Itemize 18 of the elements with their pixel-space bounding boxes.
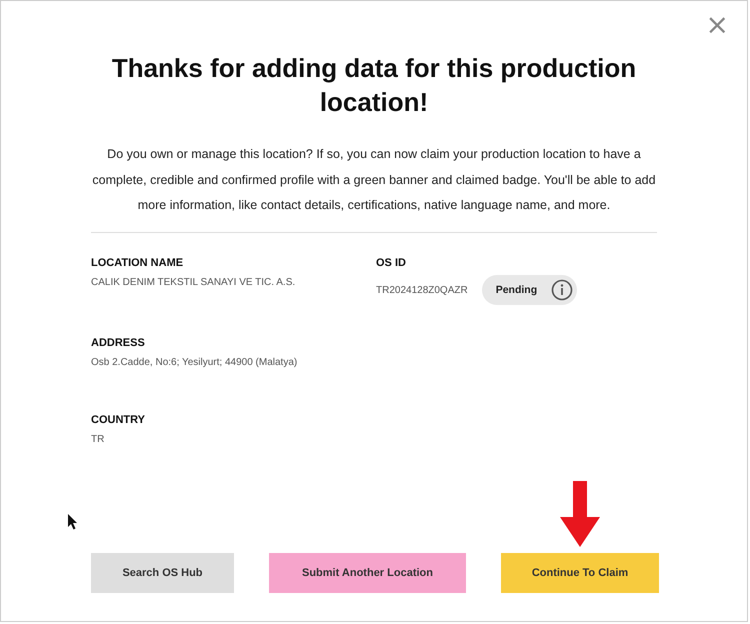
field-value: TR (91, 434, 104, 444)
status-pill[interactable]: Pending (482, 274, 578, 304)
field-value: CALIK DENIM TEKSTIL SANAYI VE TIC. A.S. (91, 276, 296, 288)
mouse-cursor-icon (68, 514, 78, 530)
dialog-message: Do you own or manage this location? If so, you can now claim your production location to have a complete, credible and confirmed profile with a green banner and claimed badge. You'll be able to add more information, like contact details, certifications, native language name, and more. (91, 146, 657, 214)
action-button[interactable]: Continue To Claim (501, 553, 659, 593)
field-value: TR2024128Z0QAZR (376, 285, 468, 296)
field-label: ADDRESS (91, 336, 146, 348)
field-label: COUNTRY (91, 414, 146, 426)
field-label: LOCATION NAME (91, 256, 184, 268)
status-label: Pending (496, 284, 538, 296)
action-button[interactable]: Search OS Hub (91, 553, 234, 593)
dialog-title: Thanks for adding data for this production location! (110, 52, 638, 119)
close-button[interactable]: × (702, 11, 733, 39)
field-label: OS ID (376, 256, 407, 268)
info-icon[interactable] (551, 278, 574, 300)
action-button[interactable]: Submit Another Location (269, 553, 466, 593)
field-value: Osb 2.Cadde, No:6; Yesilyurt; 44900 (Malatya) (91, 356, 298, 368)
